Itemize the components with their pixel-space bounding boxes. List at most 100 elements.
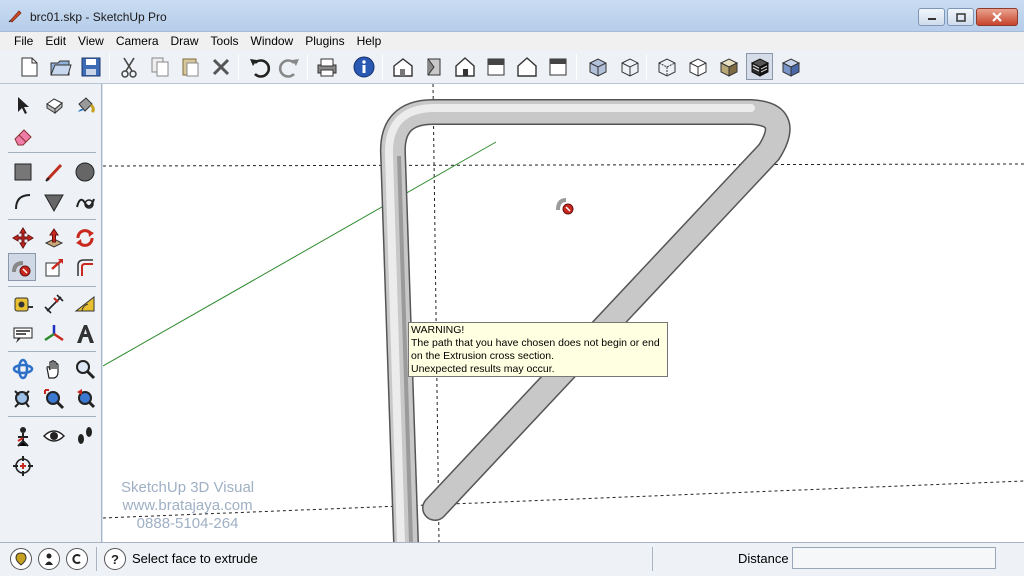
walk-tool[interactable] <box>71 422 99 450</box>
new-file-icon <box>21 57 37 76</box>
menu-view[interactable]: View <box>72 32 110 50</box>
status-divider <box>96 547 97 571</box>
line-tool[interactable] <box>40 158 68 186</box>
save-icon <box>81 57 100 76</box>
hidden-line-button[interactable] <box>684 53 711 80</box>
save-button[interactable] <box>77 53 104 80</box>
menu-file[interactable]: File <box>8 32 39 50</box>
geo-location-button[interactable] <box>10 548 32 570</box>
sketchup-app-icon[interactable] <box>8 9 22 23</box>
move-tool[interactable] <box>9 224 37 252</box>
scale-tool[interactable] <box>40 254 68 282</box>
menu-bar: File Edit View Camera Draw Tools Window … <box>0 32 1024 50</box>
push-pull-tool[interactable] <box>40 224 68 252</box>
hidden-line-style-button[interactable] <box>653 53 680 80</box>
arc-icon <box>15 194 31 210</box>
zoom-tool[interactable] <box>71 355 99 383</box>
front-view-button[interactable] <box>451 53 478 80</box>
toolbar-separator <box>646 54 647 80</box>
print-button[interactable] <box>313 53 340 80</box>
left-view-icon <box>549 58 566 75</box>
print-icon <box>317 58 336 76</box>
orbit-tool[interactable] <box>9 355 37 383</box>
rectangle-icon <box>14 163 32 181</box>
rotate-tool[interactable] <box>71 224 99 252</box>
right-view-button[interactable] <box>482 53 509 80</box>
shaded-style-button[interactable] <box>715 53 742 80</box>
measurement-input[interactable] <box>792 547 996 569</box>
cut-icon <box>120 57 137 78</box>
axes-tool[interactable] <box>40 320 68 348</box>
close-button[interactable] <box>976 8 1018 26</box>
back-view-button[interactable] <box>513 53 540 80</box>
palette-separator <box>8 416 96 417</box>
watermark-line-3: 0888-5104-264 <box>136 515 239 532</box>
arc-tool[interactable] <box>9 188 37 216</box>
paste-icon <box>182 58 198 76</box>
erase-button[interactable] <box>207 53 234 80</box>
dimension-tool[interactable] <box>40 290 68 318</box>
select-tool[interactable] <box>9 91 37 119</box>
polygon-tool[interactable] <box>40 188 68 216</box>
make-component-tool[interactable] <box>40 91 68 119</box>
follow-me-cursor <box>556 198 574 215</box>
menu-help[interactable]: Help <box>351 32 388 50</box>
3d-text-tool[interactable] <box>71 320 99 348</box>
new-file-button[interactable] <box>15 53 42 80</box>
text-tool[interactable] <box>9 320 37 348</box>
dimension-icon <box>44 294 64 314</box>
follow-me-tool[interactable] <box>8 253 36 281</box>
section-plane-tool[interactable] <box>9 452 37 480</box>
eraser-tool[interactable] <box>9 122 37 150</box>
protractor-tool[interactable] <box>71 290 99 318</box>
menu-plugins[interactable]: Plugins <box>299 32 350 50</box>
copyright-button[interactable] <box>66 548 88 570</box>
open-file-button[interactable] <box>47 53 74 80</box>
circle-tool[interactable] <box>71 158 99 186</box>
paste-button[interactable] <box>176 53 203 80</box>
minimize-button[interactable] <box>918 8 945 26</box>
shaded-textures-style-button[interactable] <box>746 53 773 80</box>
zoom-window-tool[interactable] <box>9 385 37 413</box>
pan-tool[interactable] <box>40 355 68 383</box>
previous-view-tool[interactable] <box>71 385 99 413</box>
undo-icon <box>249 58 270 78</box>
tooltip-line-2: on the Extrusion cross section. <box>411 350 554 362</box>
wireframe-style-button[interactable] <box>616 53 643 80</box>
tape-measure-tool[interactable] <box>9 290 37 318</box>
top-view-button[interactable] <box>420 53 447 80</box>
eraser-icon <box>14 129 32 146</box>
freehand-tool[interactable] <box>71 188 99 216</box>
cut-button[interactable] <box>115 53 142 80</box>
drawing-viewport[interactable]: SketchUp 3D Visual www.bratajaya.com 088… <box>103 84 1024 542</box>
model-info-button[interactable] <box>350 53 377 80</box>
xray-style-button[interactable] <box>584 53 611 80</box>
restore-button[interactable] <box>947 8 974 26</box>
copy-button[interactable] <box>146 53 173 80</box>
menu-edit[interactable]: Edit <box>39 32 72 50</box>
left-view-button[interactable] <box>544 53 571 80</box>
menu-camera[interactable]: Camera <box>110 32 165 50</box>
model-canvas[interactable] <box>103 84 1024 542</box>
watermark: SketchUp 3D Visual www.bratajaya.com 088… <box>121 479 254 533</box>
xray-style-icon <box>589 57 606 77</box>
menu-window[interactable]: Window <box>245 32 300 50</box>
menu-tools[interactable]: Tools <box>205 32 245 50</box>
zoom-extents-tool[interactable] <box>40 385 68 413</box>
position-camera-tool[interactable] <box>9 422 37 450</box>
iso-view-button[interactable] <box>389 53 416 80</box>
instructor-help-button[interactable]: ? <box>104 548 126 570</box>
menu-draw[interactable]: Draw <box>165 32 205 50</box>
guide-line-horizontal-top <box>103 163 1024 167</box>
rectangle-tool[interactable] <box>9 158 37 186</box>
palette-separator <box>8 152 96 153</box>
monochrome-style-button[interactable] <box>777 53 804 80</box>
redo-button[interactable] <box>276 53 303 80</box>
offset-tool[interactable] <box>71 254 99 282</box>
paint-bucket-tool[interactable] <box>71 91 99 119</box>
look-around-tool[interactable] <box>40 422 68 450</box>
offset-icon <box>77 259 93 276</box>
undo-button[interactable] <box>245 53 272 80</box>
freehand-icon <box>76 198 95 209</box>
credits-button[interactable] <box>38 548 60 570</box>
